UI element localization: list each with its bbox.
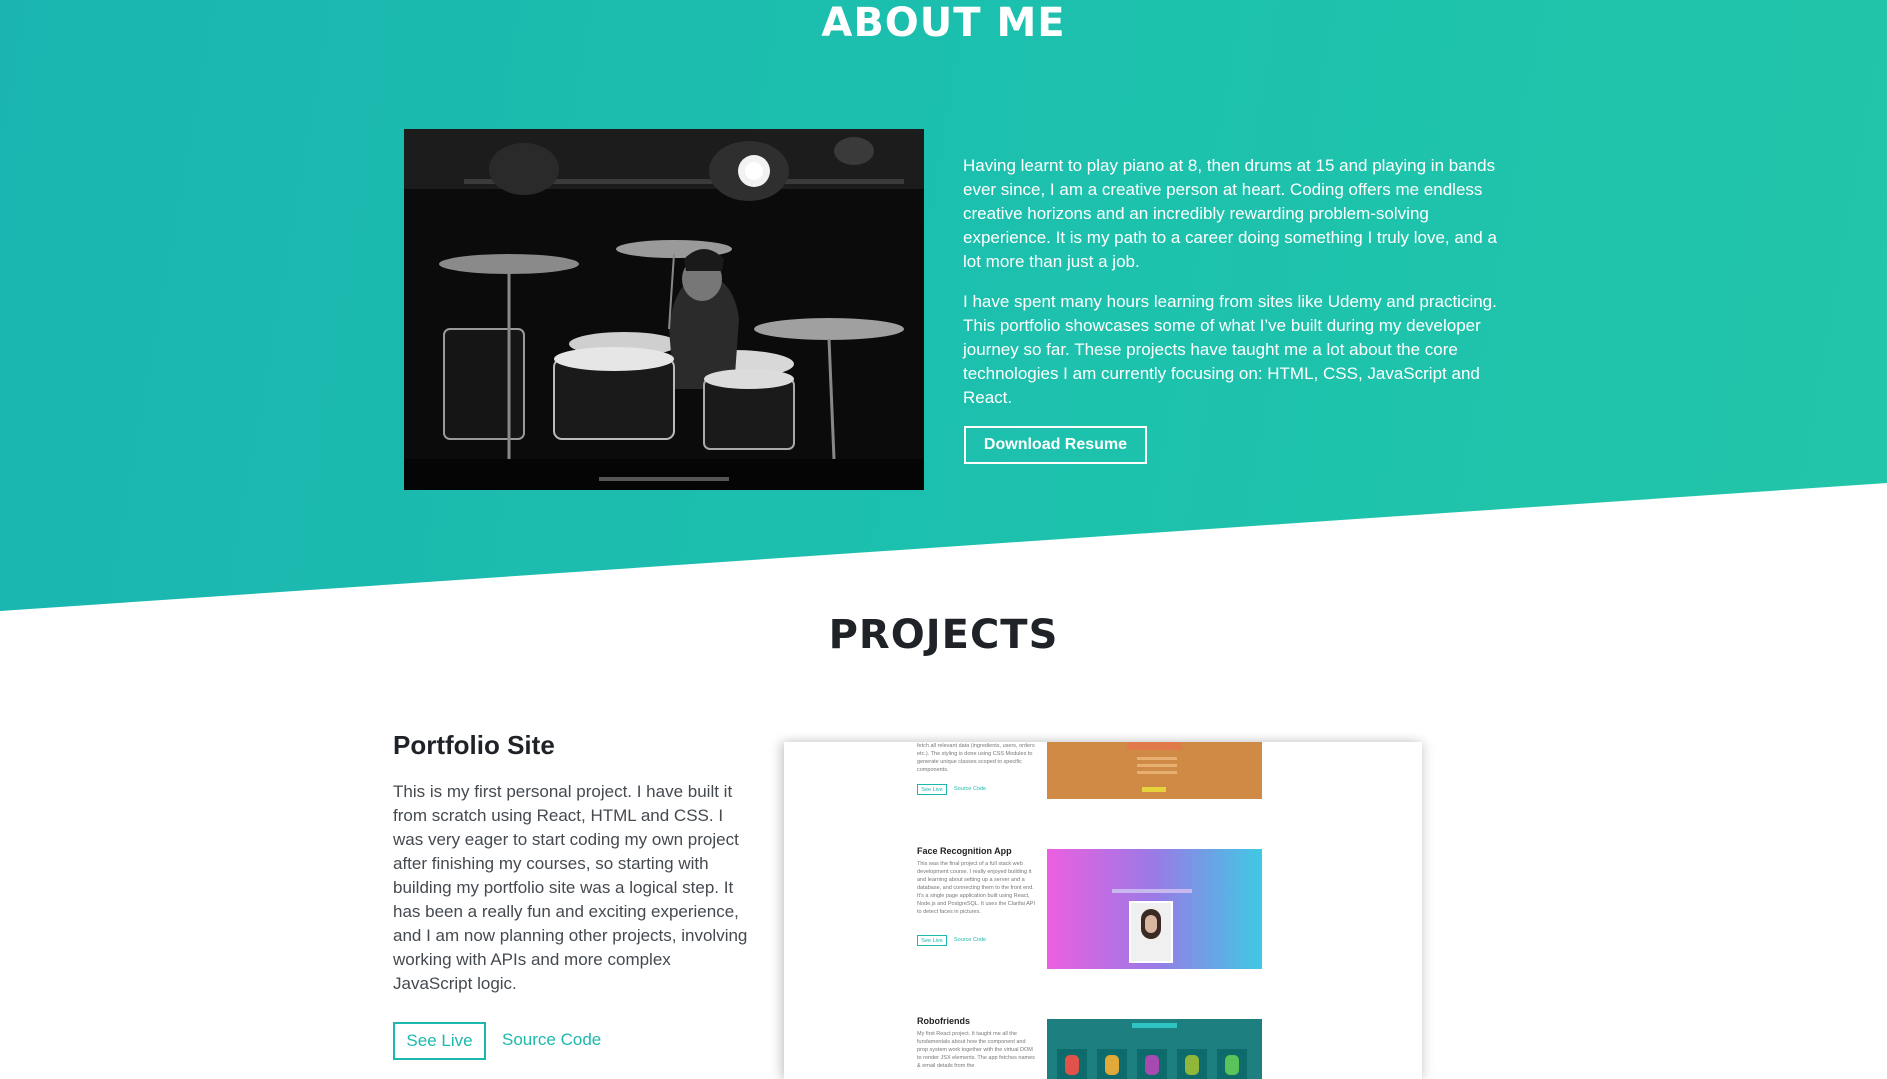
- preview-item-image: [1047, 1019, 1262, 1079]
- project-description: This is my first personal project. I hav…: [393, 782, 748, 993]
- source-code-link[interactable]: Source Code: [502, 1030, 601, 1050]
- preview-item-title: Robofriends: [917, 1016, 970, 1026]
- preview-see-live-button: See Live: [917, 784, 947, 795]
- project-preview-screenshot: fetch all relevant data (ingredients, us…: [784, 742, 1422, 1079]
- see-live-button[interactable]: See Live: [393, 1022, 486, 1060]
- preview-see-live-button: See Live: [917, 935, 947, 946]
- preview-item-image: [1047, 742, 1262, 799]
- project-title: Portfolio Site: [393, 730, 555, 760]
- about-title: ABOUT ME: [821, 0, 1066, 46]
- projects-title: PROJECTS: [828, 612, 1059, 658]
- preview-item-title: Face Recognition App: [917, 846, 1012, 856]
- preview-source-code-link: Source Code: [954, 786, 987, 792]
- download-resume-button[interactable]: Download Resume: [964, 426, 1147, 464]
- preview-item-text: My first React project. It taught me all…: [917, 1031, 1035, 1069]
- about-section-background: [0, 0, 1887, 611]
- drummer-photo-illustration: [404, 129, 924, 490]
- preview-item-text: This was the final project of a full sta…: [917, 861, 1036, 915]
- preview-source-code-link: Source Code: [954, 937, 987, 943]
- about-text: Having learnt to play piano at 8, then d…: [963, 154, 1513, 426]
- preview-item-text: fetch all relevant data (ingredients, us…: [917, 743, 1035, 773]
- preview-item-image: [1047, 849, 1262, 969]
- about-paragraph-1: Having learnt to play piano at 8, then d…: [963, 156, 1497, 271]
- drummer-photo: [404, 129, 924, 490]
- about-paragraph-2: I have spent many hours learning from si…: [963, 292, 1497, 407]
